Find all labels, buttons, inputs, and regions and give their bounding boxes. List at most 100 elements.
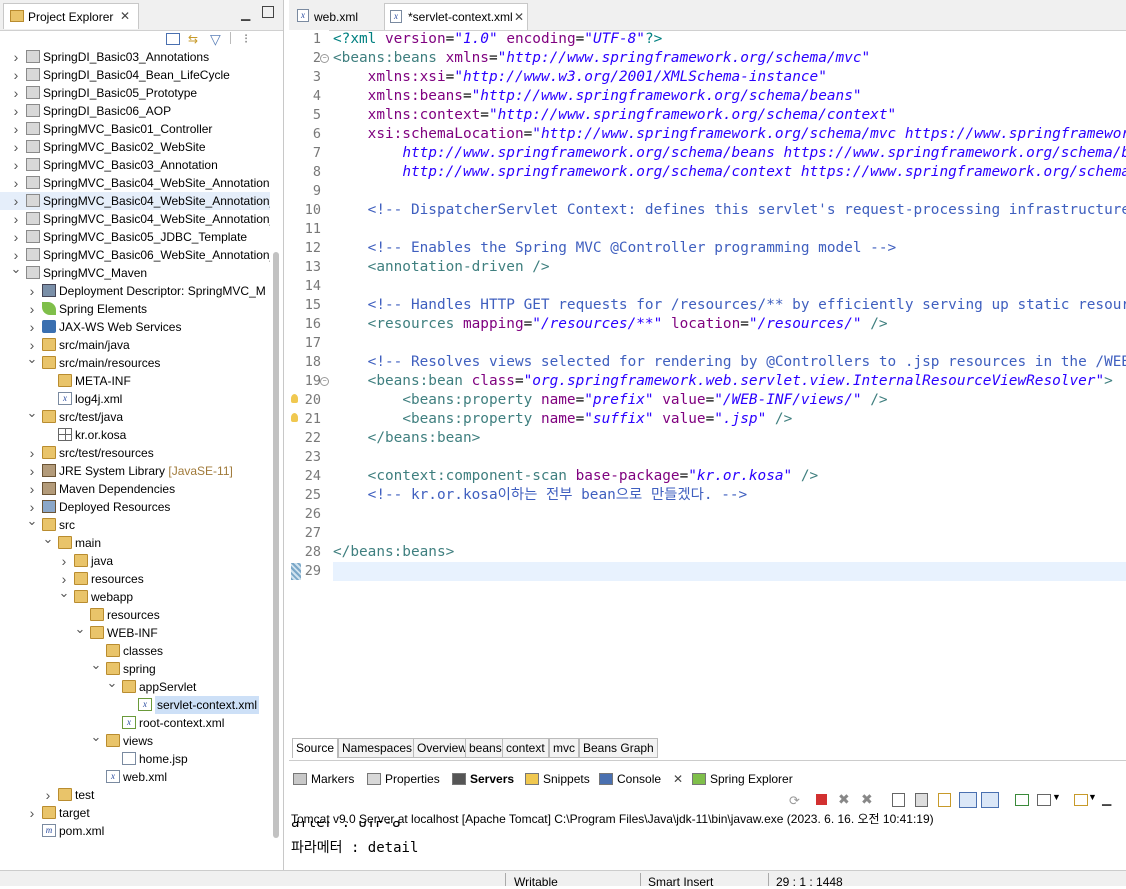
scroll-lock-icon[interactable] xyxy=(915,793,928,807)
editor-page-tab[interactable]: Source xyxy=(292,738,339,758)
filter-icon[interactable]: ▽ xyxy=(210,32,224,46)
code-line[interactable]: <?xml version="1.0" encoding="UTF-8"?> xyxy=(333,30,1126,49)
chevron-right-icon[interactable]: › xyxy=(10,66,22,84)
code-line[interactable] xyxy=(333,505,1126,524)
code-line[interactable]: xmlns:context="http://www.springframewor… xyxy=(333,106,1126,125)
code-line[interactable]: <!-- kr.or.kosa이하는 전부 bean으로 만들겠다. --> xyxy=(333,486,1126,505)
tree-item[interactable]: META-INF xyxy=(0,372,270,390)
tree-scrollbar[interactable] xyxy=(273,252,279,838)
chevron-right-icon[interactable]: › xyxy=(10,192,22,210)
display-console-icon[interactable] xyxy=(1037,794,1051,806)
code-line[interactable]: <beans:bean class="org.springframework.w… xyxy=(333,372,1126,391)
chevron-down-icon[interactable]: ⌄ xyxy=(90,728,102,746)
code-line[interactable]: http://www.springframework.org/schema/be… xyxy=(333,144,1126,163)
chevron-right-icon[interactable]: › xyxy=(10,210,22,228)
tree-item[interactable]: › Spring Elements xyxy=(0,300,270,318)
tree-item[interactable]: x log4j.xml xyxy=(0,390,270,408)
tree-item[interactable]: x root-context.xml xyxy=(0,714,270,732)
code-line[interactable] xyxy=(333,524,1126,543)
editor-page-tab[interactable]: Beans Graph xyxy=(579,738,658,758)
show-stderr-icon[interactable] xyxy=(981,792,999,808)
code-line[interactable]: <annotation-driven /> xyxy=(333,258,1126,277)
relaunch-icon[interactable]: ⟳ xyxy=(789,793,800,809)
code-line[interactable] xyxy=(333,448,1126,467)
chevron-right-icon[interactable]: › xyxy=(10,102,22,120)
editor-page-tab[interactable]: Overview xyxy=(413,738,472,758)
close-icon[interactable]: ✕ xyxy=(673,768,683,790)
tab-servlet-context-xml[interactable]: x *servlet-context.xml ✕ xyxy=(384,3,528,30)
code-line[interactable]: </beans:beans> xyxy=(333,543,1126,562)
chevron-right-icon[interactable]: › xyxy=(26,804,38,822)
code-line[interactable]: xmlns:xsi="http://www.w3.org/2001/XMLSch… xyxy=(333,68,1126,87)
chevron-right-icon[interactable]: › xyxy=(10,174,22,192)
close-icon[interactable]: ✕ xyxy=(120,9,130,23)
editor-page-tab[interactable]: context xyxy=(502,738,549,758)
code-line[interactable]: http://www.springframework.org/schema/co… xyxy=(333,163,1126,182)
tree-item[interactable]: › Maven Dependencies xyxy=(0,480,270,498)
warning-icon[interactable] xyxy=(291,413,298,422)
editor-page-tab[interactable]: Namespaces xyxy=(338,738,417,758)
code-line[interactable]: </beans:bean> xyxy=(333,429,1126,448)
chevron-right-icon[interactable]: › xyxy=(10,84,22,102)
tree-item[interactable]: › SpringMVC_Basic04_WebSite_Annotation_ xyxy=(0,210,270,228)
fold-icon[interactable]: − xyxy=(320,54,329,63)
tree-item[interactable]: m pom.xml xyxy=(0,822,270,840)
chevron-right-icon[interactable]: › xyxy=(26,282,38,300)
chevron-right-icon[interactable]: › xyxy=(10,156,22,174)
tree-item[interactable]: ⌄ views xyxy=(0,729,270,750)
tree-item[interactable]: › SpringMVC_Basic03_Annotation xyxy=(0,156,270,174)
fold-icon[interactable]: − xyxy=(320,377,329,386)
code-line[interactable]: <!-- Handles HTTP GET requests for /reso… xyxy=(333,296,1126,315)
tree-item[interactable]: › SpringDI_Basic06_AOP xyxy=(0,102,270,120)
tree-item[interactable]: › SpringMVC_Basic04_WebSite_Annotation_ xyxy=(0,192,270,210)
code-line[interactable]: xsi:schemaLocation="http://www.springfra… xyxy=(333,125,1126,144)
console-tab[interactable]: Console ✕ xyxy=(599,768,689,790)
tree-item[interactable]: ⌄ src/test/java xyxy=(0,405,270,426)
code-line[interactable]: <!-- Enables the Spring MVC @Controller … xyxy=(333,239,1126,258)
tree-item[interactable]: › target xyxy=(0,804,270,822)
code-line[interactable] xyxy=(333,277,1126,296)
chevron-right-icon[interactable]: › xyxy=(26,300,38,318)
warning-icon[interactable] xyxy=(291,394,298,403)
terminate-icon[interactable] xyxy=(816,794,827,805)
clear-console-icon[interactable] xyxy=(892,793,905,807)
chevron-down-icon[interactable]: ▼ xyxy=(1088,792,1097,802)
tab-project-explorer[interactable]: Project Explorer ✕ xyxy=(3,3,139,29)
remove-launch-icon[interactable]: ✖ xyxy=(838,791,850,808)
tree-item[interactable]: › SpringMVC_Basic01_Controller xyxy=(0,120,270,138)
chevron-right-icon[interactable]: › xyxy=(10,138,22,156)
chevron-down-icon[interactable]: ⌄ xyxy=(74,620,86,638)
tree-item[interactable]: ⌄ src/main/resources xyxy=(0,351,270,372)
editor-page-tab[interactable]: mvc xyxy=(549,738,579,758)
minimize-icon[interactable]: ▁ xyxy=(1102,792,1111,806)
tree-item[interactable]: › SpringMVC_Basic05_JDBC_Template xyxy=(0,228,270,246)
maximize-icon[interactable] xyxy=(262,6,274,18)
chevron-right-icon[interactable]: › xyxy=(26,462,38,480)
code-line[interactable] xyxy=(333,334,1126,353)
tree-item[interactable]: › SpringMVC_Basic02_WebSite xyxy=(0,138,270,156)
pin-console-icon[interactable] xyxy=(1015,794,1029,806)
chevron-down-icon[interactable]: ⌄ xyxy=(58,584,70,602)
tree-item[interactable]: ⌄ src xyxy=(0,513,270,534)
code-line[interactable] xyxy=(333,182,1126,201)
tree-item[interactable]: ⌄ webapp xyxy=(0,585,270,606)
chevron-right-icon[interactable]: › xyxy=(58,552,70,570)
code-line[interactable]: <beans:property name="prefix" value="/WE… xyxy=(333,391,1126,410)
tree-item[interactable]: home.jsp xyxy=(0,750,270,768)
link-with-editor-icon[interactable]: ⇆ xyxy=(188,33,202,45)
tree-item[interactable]: › JAX-WS Web Services xyxy=(0,318,270,336)
tree-item[interactable]: x web.xml xyxy=(0,768,270,786)
tree-item[interactable]: › test xyxy=(0,786,270,804)
tree-item[interactable]: › Deployed Resources xyxy=(0,498,270,516)
chevron-right-icon[interactable]: › xyxy=(10,48,22,66)
close-icon[interactable]: ✕ xyxy=(514,10,524,24)
code-line[interactable]: <resources mapping="/resources/**" locat… xyxy=(333,315,1126,334)
remove-all-icon[interactable]: ✖ xyxy=(861,791,873,808)
chevron-down-icon[interactable]: ⌄ xyxy=(42,530,54,548)
tree-item[interactable]: › java xyxy=(0,552,270,570)
tree-item[interactable]: › Deployment Descriptor: SpringMVC_M xyxy=(0,282,270,300)
view-menu-icon[interactable]: ⁝ xyxy=(244,32,258,45)
code-line[interactable]: <beans:property name="suffix" value=".js… xyxy=(333,410,1126,429)
code-area[interactable]: <?xml version="1.0" encoding="UTF-8"?> <b… xyxy=(333,30,1126,720)
minimize-icon[interactable]: ▁ xyxy=(241,7,250,21)
